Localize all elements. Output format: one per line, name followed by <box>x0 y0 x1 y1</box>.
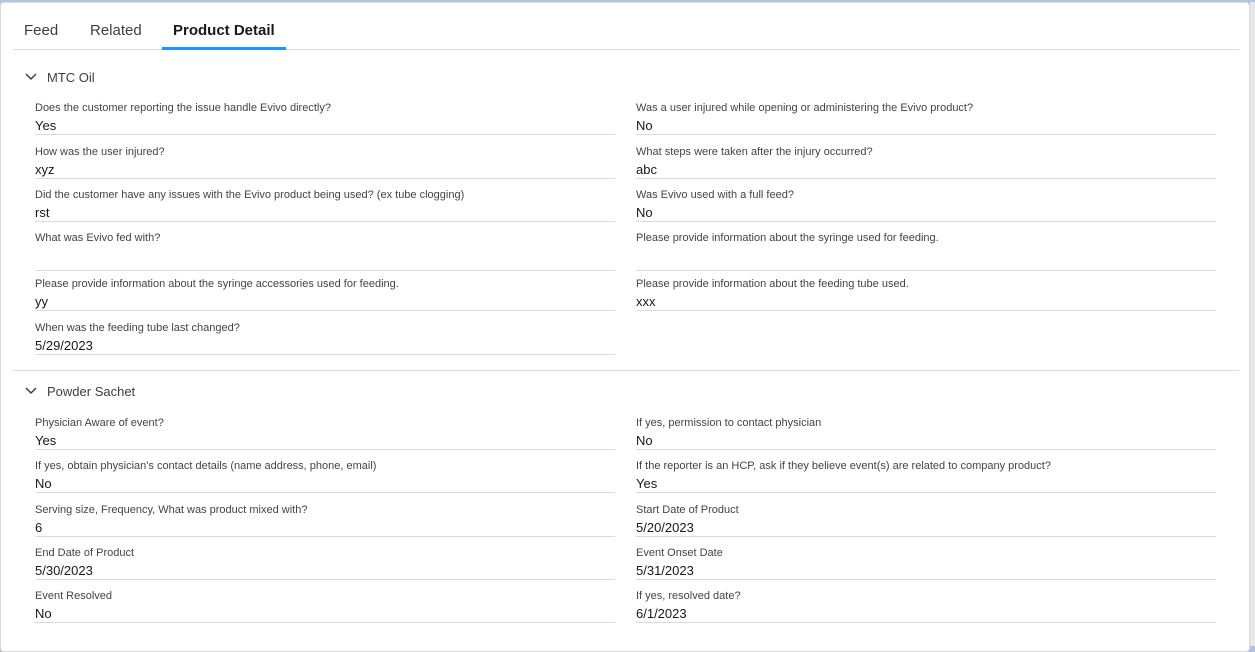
section-divider <box>13 370 1239 371</box>
field-full-feed: Was Evivo used with a full feed? No <box>636 188 1216 222</box>
field-product-issues: Did the customer have any issues with th… <box>35 188 615 222</box>
field-physician-aware: Physician Aware of event? Yes <box>35 416 615 450</box>
field-tube-last-changed: When was the feeding tube last changed? … <box>35 321 615 355</box>
field-hcp-related: If the reporter is an HCP, ask if they b… <box>636 459 1216 493</box>
field-value: 6 <box>35 517 615 537</box>
field-label: If yes, permission to contact physician <box>636 417 822 429</box>
field-value: 5/31/2023 <box>636 560 1216 580</box>
section-header-powder-sachet[interactable]: Powder Sachet <box>23 380 135 402</box>
field-label: Did the customer have any issues with th… <box>35 189 465 201</box>
field-syringe-accessories: Please provide information about the syr… <box>35 277 615 311</box>
field-event-onset-date: Event Onset Date 5/31/2023 <box>636 546 1216 580</box>
tab-product-detail[interactable]: Product Detail <box>162 3 286 50</box>
field-label: If yes, obtain physician's contact detai… <box>35 460 377 472</box>
field-value: Yes <box>636 473 1216 493</box>
field-value: rst <box>35 202 615 222</box>
field-value <box>636 245 1216 271</box>
field-value: No <box>35 603 615 623</box>
field-value: 5/29/2023 <box>35 335 615 355</box>
field-user-injured: Was a user injured while opening or admi… <box>636 101 1216 135</box>
field-value: No <box>636 202 1216 222</box>
field-fed-with: What was Evivo fed with? <box>35 231 615 271</box>
field-label: Event Onset Date <box>636 547 723 559</box>
field-syringe-info: Please provide information about the syr… <box>636 231 1216 271</box>
field-label: Please provide information about the fee… <box>636 278 909 290</box>
field-value: 5/30/2023 <box>35 560 615 580</box>
tab-related[interactable]: Related <box>79 3 153 50</box>
field-label: If yes, resolved date? <box>636 590 741 602</box>
field-resolved-date: If yes, resolved date? 6/1/2023 <box>636 589 1216 623</box>
field-label: What was Evivo fed with? <box>35 232 161 244</box>
field-event-resolved: Event Resolved No <box>35 589 615 623</box>
field-label: Please provide information about the syr… <box>636 232 939 244</box>
field-label: If the reporter is an HCP, ask if they b… <box>636 460 1051 472</box>
field-value: No <box>636 115 1216 135</box>
field-end-date: End Date of Product 5/30/2023 <box>35 546 615 580</box>
record-detail-card: Feed Related Product Detail MTC Oil Does… <box>0 2 1250 652</box>
field-value: xyz <box>35 159 615 179</box>
vertical-scrollbar[interactable] <box>1250 2 1255 646</box>
chevron-down-icon <box>25 387 37 395</box>
field-serving-size: Serving size, Frequency, What was produc… <box>35 503 615 537</box>
field-label: When was the feeding tube last changed? <box>35 322 240 334</box>
field-label: Event Resolved <box>35 590 113 602</box>
field-label: How was the user injured? <box>35 146 165 158</box>
field-start-date: Start Date of Product 5/20/2023 <box>636 503 1216 537</box>
section-header-mtc-oil[interactable]: MTC Oil <box>23 66 95 88</box>
field-value: abc <box>636 159 1216 179</box>
field-label: Please provide information about the syr… <box>35 278 399 290</box>
field-label: End Date of Product <box>35 547 135 559</box>
field-label: Start Date of Product <box>636 504 739 516</box>
field-steps-after-injury: What steps were taken after the injury o… <box>636 145 1216 179</box>
field-permission-contact-physician: If yes, permission to contact physician … <box>636 416 1216 450</box>
field-value: Yes <box>35 430 615 450</box>
field-label: What steps were taken after the injury o… <box>636 146 873 158</box>
field-label: Serving size, Frequency, What was produc… <box>35 504 308 516</box>
field-value: xxx <box>636 291 1216 311</box>
field-value: yy <box>35 291 615 311</box>
field-value: Yes <box>35 115 615 135</box>
field-handle-evivo-directly: Does the customer reporting the issue ha… <box>35 101 615 135</box>
tab-bar: Feed Related Product Detail <box>13 3 1239 50</box>
field-value: 6/1/2023 <box>636 603 1216 623</box>
field-value: 5/20/2023 <box>636 517 1216 537</box>
field-label: Does the customer reporting the issue ha… <box>35 102 331 114</box>
field-feeding-tube: Please provide information about the fee… <box>636 277 1216 311</box>
field-value: No <box>35 473 615 493</box>
field-value: No <box>636 430 1216 450</box>
field-how-injured: How was the user injured? xyz <box>35 145 615 179</box>
field-label: Was Evivo used with a full feed? <box>636 189 794 201</box>
field-label: Was a user injured while opening or admi… <box>636 102 974 114</box>
tab-feed[interactable]: Feed <box>13 3 69 50</box>
field-physician-contact-details: If yes, obtain physician's contact detai… <box>35 459 615 493</box>
field-label: Physician Aware of event? <box>35 417 164 429</box>
chevron-down-icon <box>25 73 37 81</box>
field-value <box>35 245 615 271</box>
section-title: Powder Sachet <box>47 383 136 399</box>
section-title: MTC Oil <box>47 69 95 85</box>
